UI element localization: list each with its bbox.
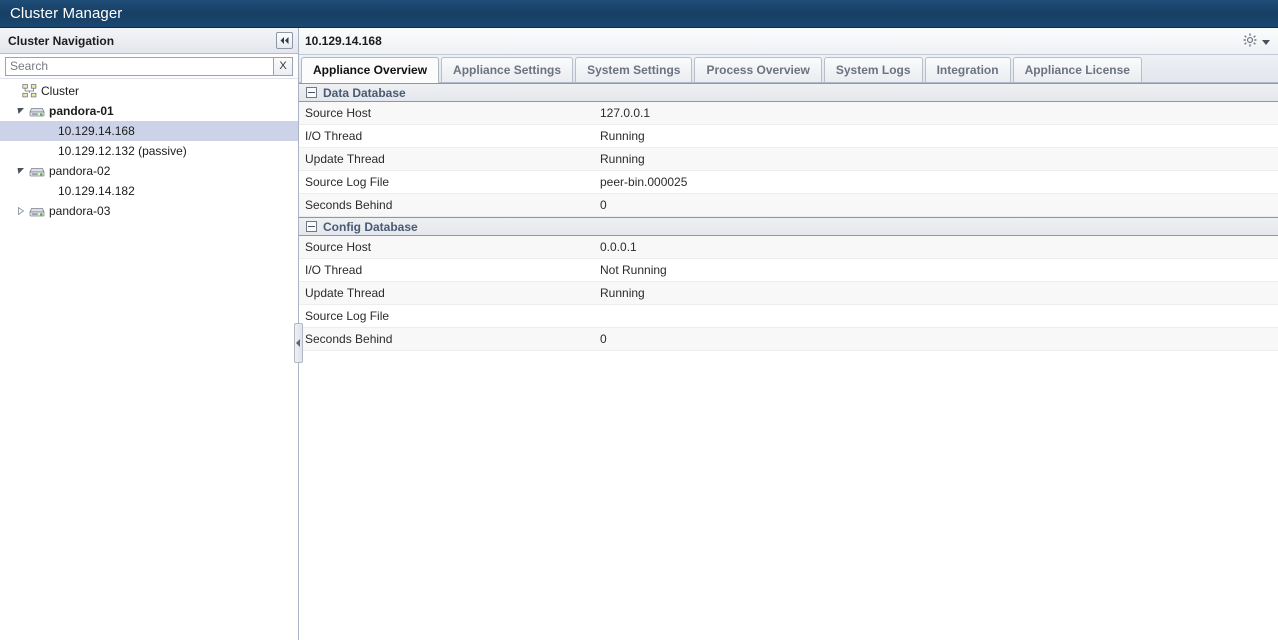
section-title: Data Database [323, 85, 406, 100]
chevron-double-left-icon [279, 36, 290, 45]
detail-row-key: I/O Thread [305, 263, 363, 277]
appliance-icon [28, 205, 46, 218]
collapse-panel-button[interactable] [276, 32, 293, 49]
app-title: Cluster Manager [10, 5, 123, 22]
tree-expander-collapsed-icon[interactable] [14, 207, 28, 215]
tree-item-label: 10.129.14.168 [58, 124, 135, 138]
triangle-left-icon [296, 336, 301, 350]
tree-item-pandora-03[interactable]: pandora-03 [0, 201, 298, 221]
workspace: Cluster Navigation X Cluster pandora-01 10… [0, 28, 1278, 640]
appliance-icon [28, 105, 46, 118]
search-clear-button[interactable]: X [273, 56, 293, 76]
detail-row-key: Update Thread [305, 152, 385, 166]
detail-row: I/O Thread Not Running [299, 259, 1278, 282]
tree-item-10-129-12-132-passive[interactable]: 10.129.12.132 (passive) [0, 141, 298, 161]
detail-row-key: I/O Thread [305, 129, 363, 143]
tab-appliance-license[interactable]: Appliance License [1012, 57, 1142, 82]
tree-item-pandora-02[interactable]: pandora-02 [0, 161, 298, 181]
detail-row: Seconds Behind 0 [299, 194, 1278, 217]
detail-row-key: Source Host [305, 106, 372, 120]
tab-process-overview[interactable]: Process Overview [694, 57, 822, 82]
detail-row-value: Running [600, 129, 645, 143]
detail-row-key: Update Thread [305, 286, 385, 300]
detail-row: Source Log File peer-bin.000025 [299, 171, 1278, 194]
app-title-bar: Cluster Manager [0, 0, 1278, 28]
content-panel: 10.129.14.168 Appliance Overview Applian… [299, 28, 1278, 640]
panel-splitter-handle[interactable] [294, 323, 303, 363]
tree-item-label: pandora-01 [49, 104, 114, 118]
tab-appliance-overview[interactable]: Appliance Overview [301, 57, 440, 83]
content-header: 10.129.14.168 [299, 28, 1278, 55]
detail-row-value: 0.0.0.1 [600, 240, 637, 254]
detail-row-value: Not Running [600, 263, 667, 277]
tree-item-label: Cluster [41, 84, 80, 98]
nav-panel-title: Cluster Navigation [8, 33, 115, 48]
section-collapse-icon[interactable] [306, 87, 317, 98]
tree-item-pandora-01[interactable]: pandora-01 [0, 101, 298, 121]
tree-expander-expanded-icon[interactable] [14, 107, 28, 115]
tree-item-label: pandora-02 [49, 164, 111, 178]
detail-row-key: Seconds Behind [305, 332, 393, 346]
tree-item-cluster[interactable]: Cluster [0, 81, 298, 101]
detail-row-key: Source Log File [305, 175, 390, 189]
search-input[interactable] [5, 56, 273, 76]
tree-item-label: pandora-03 [49, 204, 111, 218]
detail-row-value: 0 [600, 332, 607, 346]
section-collapse-icon[interactable] [306, 221, 317, 232]
cluster-topology-icon [20, 84, 38, 98]
detail-row-value: 0 [600, 198, 607, 212]
detail-row-value: peer-bin.000025 [600, 175, 688, 189]
detail-row-key: Seconds Behind [305, 198, 393, 212]
detail-row: Update Thread Running [299, 282, 1278, 305]
page-title: 10.129.14.168 [305, 34, 382, 48]
detail-row-key: Source Host [305, 240, 372, 254]
appliance-overview-detail: Data Database Source Host 127.0.0.1 I/O Thr… [299, 83, 1278, 640]
detail-row: Seconds Behind 0 [299, 328, 1278, 351]
detail-row-value: Running [600, 152, 645, 166]
section-header-config-database[interactable]: Config Database [299, 217, 1278, 236]
cluster-tree: Cluster pandora-01 10.129.14.168 10.129.12.… [0, 79, 298, 640]
search-row: X [0, 54, 298, 79]
tab-system-settings[interactable]: System Settings [575, 57, 693, 82]
detail-row: Source Host 127.0.0.1 [299, 102, 1278, 125]
detail-row: Source Log File [299, 305, 1278, 328]
gear-icon [1243, 33, 1257, 50]
tree-expander-expanded-icon[interactable] [14, 167, 28, 175]
appliance-icon [28, 165, 46, 178]
section-title: Config Database [323, 219, 418, 234]
caret-down-icon [1262, 34, 1270, 48]
detail-row-value: 127.0.0.1 [600, 106, 651, 120]
tab-appliance-settings[interactable]: Appliance Settings [441, 57, 574, 82]
detail-row-key: Source Log File [305, 309, 390, 323]
tree-item-label: 10.129.14.182 [58, 184, 135, 198]
cluster-navigation-panel: Cluster Navigation X Cluster pandora-01 10… [0, 28, 303, 640]
tree-item-label: 10.129.12.132 (passive) [58, 144, 187, 158]
tree-item-10-129-14-168[interactable]: 10.129.14.168 [0, 121, 298, 141]
detail-row-value: Running [600, 286, 645, 300]
detail-row: Update Thread Running [299, 148, 1278, 171]
tab-system-logs[interactable]: System Logs [823, 57, 923, 82]
tab-integration[interactable]: Integration [924, 57, 1011, 82]
settings-menu-button[interactable] [1243, 33, 1270, 50]
tab-strip: Appliance Overview Appliance Settings Syst… [299, 55, 1278, 83]
nav-panel-header: Cluster Navigation [0, 28, 298, 54]
section-header-data-database[interactable]: Data Database [299, 83, 1278, 102]
detail-row: I/O Thread Running [299, 125, 1278, 148]
detail-row: Source Host 0.0.0.1 [299, 236, 1278, 259]
tree-item-10-129-14-182[interactable]: 10.129.14.182 [0, 181, 298, 201]
